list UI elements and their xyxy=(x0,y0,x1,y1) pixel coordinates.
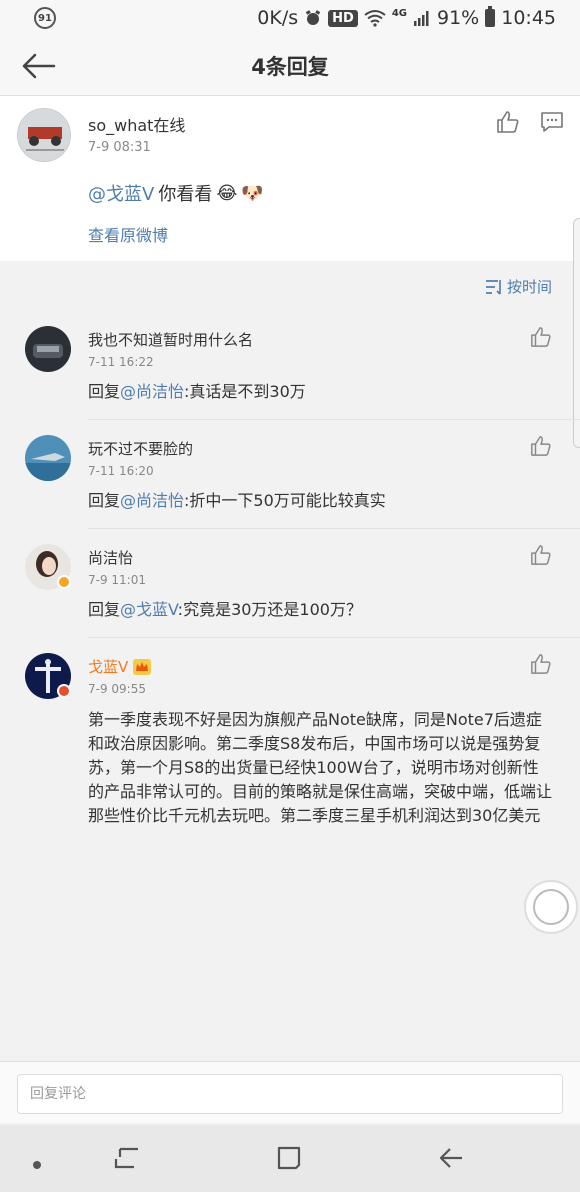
reply-timestamp: 7-9 09:55 xyxy=(88,682,146,696)
like-button[interactable] xyxy=(530,544,552,570)
reply-prefix: 回复 xyxy=(88,600,121,619)
dog-emoji-icon: 🐶 xyxy=(241,182,264,204)
verified-badge-icon xyxy=(57,575,71,589)
like-button[interactable] xyxy=(496,110,520,138)
nav-dot-icon xyxy=(33,1161,41,1169)
laughing-emoji-icon: 😂 xyxy=(216,182,238,204)
divider xyxy=(88,419,580,420)
status-bar: 91 0K/s HD 4G 91% 10:45 xyxy=(0,0,580,36)
avatar[interactable] xyxy=(25,435,71,481)
view-original-link[interactable]: 查看原微博 xyxy=(88,222,168,246)
network-type: 4G xyxy=(391,7,407,19)
wifi-icon xyxy=(364,10,386,27)
nav-back-icon xyxy=(439,1148,462,1168)
reply-item: 戈蓝V 7-9 09:55 第一季度表现不好是因为旗舰产品Note缺席，同是No… xyxy=(0,639,580,879)
divider xyxy=(88,637,580,638)
reply-username[interactable]: 我也不知道暂时用什么名 xyxy=(88,329,253,350)
reply-text: 回复@尚洁怡:折中一下50万可能比较真实 xyxy=(88,489,386,512)
reply-prefix: 回复 xyxy=(88,491,121,510)
reply-item: 玩不过不要脸的 7-11 16:20 回复@尚洁怡:折中一下50万可能比较真实 xyxy=(0,421,580,529)
circle-icon xyxy=(533,889,569,925)
post-username[interactable]: so_what在线 xyxy=(88,112,185,136)
reply-username: 戈蓝V xyxy=(88,658,129,676)
reply-body: :究竟是30万还是100万？ xyxy=(177,600,362,619)
reply-bar: 回复评论 xyxy=(0,1061,580,1123)
verified-badge-icon xyxy=(57,684,71,698)
post-text: 你看看 xyxy=(158,184,213,205)
page-title: 4条回复 xyxy=(251,54,329,79)
nav-back-button[interactable] xyxy=(438,1145,464,1175)
post-timestamp: 7-9 08:31 xyxy=(88,140,151,155)
reply-username[interactable]: 玩不过不要脸的 xyxy=(88,438,193,459)
reply-text: 第一季度表现不好是因为旗舰产品Note缺席，同是Note7后遗症和政治原因影响。… xyxy=(88,710,553,825)
reply-text: 回复@戈蓝V:究竟是30万还是100万？ xyxy=(88,598,362,621)
net-speed: 0K/s xyxy=(257,7,299,29)
thumbs-up-icon xyxy=(531,436,551,456)
sort-bar: 按时间 xyxy=(0,270,580,308)
signal-icon xyxy=(414,11,429,26)
hd-badge: HD xyxy=(328,9,358,27)
avatar[interactable] xyxy=(17,108,71,162)
reply-body: :折中一下50万可能比较真实 xyxy=(184,491,386,510)
thumbs-up-icon xyxy=(497,111,519,133)
post-content: @戈蓝V 你看看 😂 🐶 xyxy=(88,180,264,206)
mention-link[interactable]: @尚洁怡 xyxy=(120,382,184,401)
clock: 10:45 xyxy=(501,7,556,29)
thumbs-up-icon xyxy=(531,545,551,565)
recent-apps-icon xyxy=(114,1147,138,1169)
mention-link[interactable]: @戈蓝V xyxy=(88,180,154,206)
sort-by-time-button[interactable]: 按时间 xyxy=(485,276,552,297)
reply-timestamp: 7-9 11:01 xyxy=(88,573,146,587)
like-button[interactable] xyxy=(530,435,552,461)
reply-item: 我也不知道暂时用什么名 7-11 16:22 回复@尚洁怡:真话是不到30万 xyxy=(0,312,580,420)
thumbs-up-icon xyxy=(531,654,551,674)
divider xyxy=(88,528,580,529)
top-bar: 4条回复 xyxy=(0,36,580,96)
mention-link[interactable]: @戈蓝V xyxy=(120,600,178,619)
crown-icon xyxy=(133,658,152,675)
comment-icon xyxy=(541,112,563,132)
battery-icon xyxy=(485,6,496,27)
like-button[interactable] xyxy=(530,326,552,352)
comment-button[interactable] xyxy=(540,110,564,138)
thumbs-up-icon xyxy=(531,327,551,347)
back-arrow-icon xyxy=(22,53,56,79)
floating-assistant-button[interactable] xyxy=(524,880,578,934)
like-button[interactable] xyxy=(530,653,552,679)
avatar[interactable] xyxy=(25,326,71,372)
alarm-icon xyxy=(305,10,321,25)
notification-icon: 91 xyxy=(34,7,56,29)
recent-apps-button[interactable] xyxy=(114,1145,140,1175)
home-button[interactable] xyxy=(276,1145,302,1175)
reply-input[interactable]: 回复评论 xyxy=(17,1074,563,1114)
reply-timestamp: 7-11 16:20 xyxy=(88,464,154,478)
home-icon xyxy=(277,1146,301,1170)
original-comment: so_what在线 7-9 08:31 @戈蓝V 你看看 😂 🐶 查看原微博 xyxy=(0,96,580,261)
reply-body: :真话是不到30万 xyxy=(184,382,306,401)
mention-link[interactable]: @尚洁怡 xyxy=(120,491,184,510)
reply-text: 回复@尚洁怡:真话是不到30万 xyxy=(88,380,306,403)
nav-dot-button[interactable] xyxy=(32,1155,42,1174)
navigation-bar xyxy=(0,1125,580,1192)
reply-item: 尚洁怡 7-9 11:01 回复@戈蓝V:究竟是30万还是100万？ xyxy=(0,530,580,638)
reply-prefix: 回复 xyxy=(88,382,121,401)
reply-username[interactable]: 尚洁怡 xyxy=(88,547,133,568)
reply-username-wrap[interactable]: 戈蓝V xyxy=(88,656,152,677)
battery-percent: 91% xyxy=(437,7,480,29)
back-button[interactable] xyxy=(18,48,58,84)
reply-timestamp: 7-11 16:22 xyxy=(88,355,154,369)
sort-label: 按时间 xyxy=(506,278,552,296)
sort-icon xyxy=(485,279,501,295)
